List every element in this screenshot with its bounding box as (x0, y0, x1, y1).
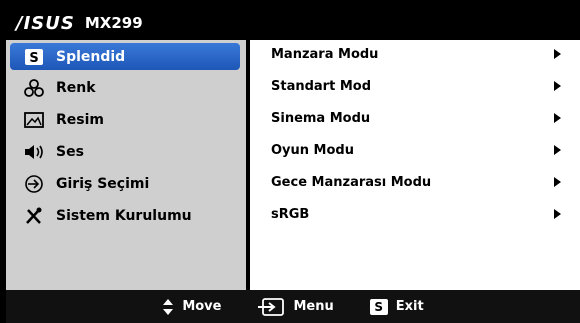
menu-hint[interactable]: Menu (257, 297, 334, 316)
color-icon (22, 78, 46, 98)
menu-item-label: sRGB (271, 206, 310, 222)
sidebar-item-label: Splendid (56, 48, 126, 65)
submenu-panel: Manzara Modu Standart Mod Sinema Modu Oy… (250, 40, 580, 290)
menu-item-label: Gece Manzarası Modu (271, 174, 432, 190)
menu-item-sinema-modu[interactable]: Sinema Modu (271, 107, 561, 129)
footer-bar: Move Menu S Exit (6, 290, 580, 323)
sidebar-item-label: Ses (56, 143, 84, 160)
up-down-arrow-icon (162, 298, 174, 316)
menu-item-srgb[interactable]: sRGB (271, 203, 561, 225)
tools-icon (22, 206, 46, 226)
move-label: Move (182, 299, 222, 314)
arrow-right-icon (554, 81, 561, 91)
sidebar-item-sistem-kurulumu[interactable]: Sistem Kurulumu (10, 202, 240, 229)
sidebar-item-resim[interactable]: Resim (10, 106, 240, 133)
sidebar-item-giris-secimi[interactable]: Giriş Seçimi (10, 170, 240, 197)
svg-text:S: S (29, 51, 38, 66)
title-bar: /ISUS MX299 (6, 6, 580, 40)
menu-item-manzara-modu[interactable]: Manzara Modu (271, 43, 561, 65)
enter-icon (257, 297, 285, 316)
splendid-s-icon: S (22, 47, 46, 67)
sidebar: S Splendid Renk Resim Ses Giriş Seçimi S… (6, 40, 246, 290)
menu-item-gece-manzarasi-modu[interactable]: Gece Manzarası Modu (271, 171, 561, 193)
menu-item-label: Standart Mod (271, 78, 372, 94)
input-select-icon (22, 174, 46, 194)
sidebar-item-label: Resim (56, 111, 104, 128)
arrow-right-icon (554, 177, 561, 187)
speaker-icon (22, 142, 46, 162)
sidebar-item-splendid[interactable]: S Splendid (10, 43, 240, 70)
menu-item-label: Sinema Modu (271, 110, 371, 126)
sidebar-item-label: Sistem Kurulumu (56, 207, 192, 224)
exit-label: Exit (395, 299, 424, 314)
exit-s-icon: S (369, 298, 388, 315)
osd-window: /ISUS MX299 S Splendid Renk Resim Ses Gi… (0, 0, 580, 323)
exit-hint[interactable]: S Exit (369, 298, 424, 315)
arrow-right-icon (554, 113, 561, 123)
sidebar-item-label: Renk (56, 79, 96, 96)
sidebar-item-ses[interactable]: Ses (10, 138, 240, 165)
arrow-right-icon (554, 49, 561, 59)
menu-item-label: Manzara Modu (271, 46, 379, 62)
arrow-right-icon (554, 209, 561, 219)
menu-item-standart-mod[interactable]: Standart Mod (271, 75, 561, 97)
menu-item-label: Oyun Modu (271, 142, 354, 158)
sidebar-item-label: Giriş Seçimi (56, 175, 150, 192)
arrow-right-icon (554, 145, 561, 155)
move-hint[interactable]: Move (162, 298, 221, 316)
menu-item-oyun-modu[interactable]: Oyun Modu (271, 139, 561, 161)
image-icon (22, 110, 46, 130)
menu-label: Menu (293, 299, 334, 314)
model-name: MX299 (84, 14, 143, 32)
brand-logo: /ISUS (16, 12, 75, 34)
sidebar-item-renk[interactable]: Renk (10, 74, 240, 101)
